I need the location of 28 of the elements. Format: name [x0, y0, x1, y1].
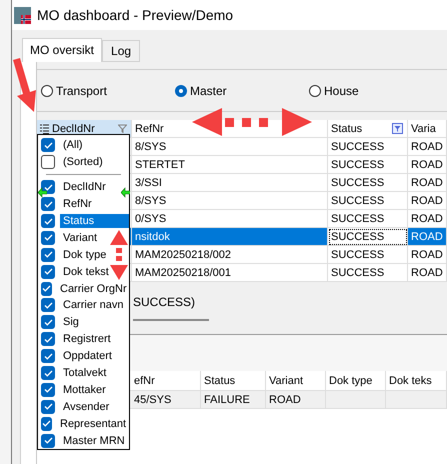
filter-text: SUCCESS): [133, 295, 196, 309]
table-cell: SUCCESS: [328, 228, 408, 246]
table-cell: SUCCESS: [328, 174, 408, 192]
table-cell: ROAD: [408, 210, 447, 228]
table-cell: MAM20250218/002: [132, 246, 328, 264]
table-cell: FAILURE: [201, 391, 266, 409]
table-cell: SUCCESS: [328, 264, 408, 282]
table-cell: STERTET: [132, 156, 328, 174]
window-title: MO dashboard - Preview/Demo: [37, 7, 234, 23]
table-cell: SUCCESS: [328, 156, 408, 174]
table-cell: ROAD: [408, 264, 447, 282]
table-cell: ROAD: [408, 246, 447, 264]
table-cell: ROAD: [408, 138, 447, 156]
table-cell: MAM20250218/001: [132, 264, 328, 282]
table-cell: 8/SYS: [132, 192, 328, 210]
table-cell: ROAD: [266, 391, 326, 409]
table-cell: ROAD: [408, 228, 447, 246]
table-cell: ROAD: [408, 156, 447, 174]
table-cell: ROAD: [408, 192, 447, 210]
table-cell: nsitdok: [132, 228, 328, 246]
table-cell: ROAD: [408, 174, 447, 192]
table-cell: 8/SYS: [132, 138, 328, 156]
table-cell: SUCCESS: [328, 138, 408, 156]
table-cell: SUCCESS: [328, 192, 408, 210]
table-cell: SUCCESS: [328, 210, 408, 228]
table-cell: SUCCESS: [328, 246, 408, 264]
table-cell: 0/SYS: [132, 210, 328, 228]
table-cell: 3/SSI: [132, 174, 328, 192]
